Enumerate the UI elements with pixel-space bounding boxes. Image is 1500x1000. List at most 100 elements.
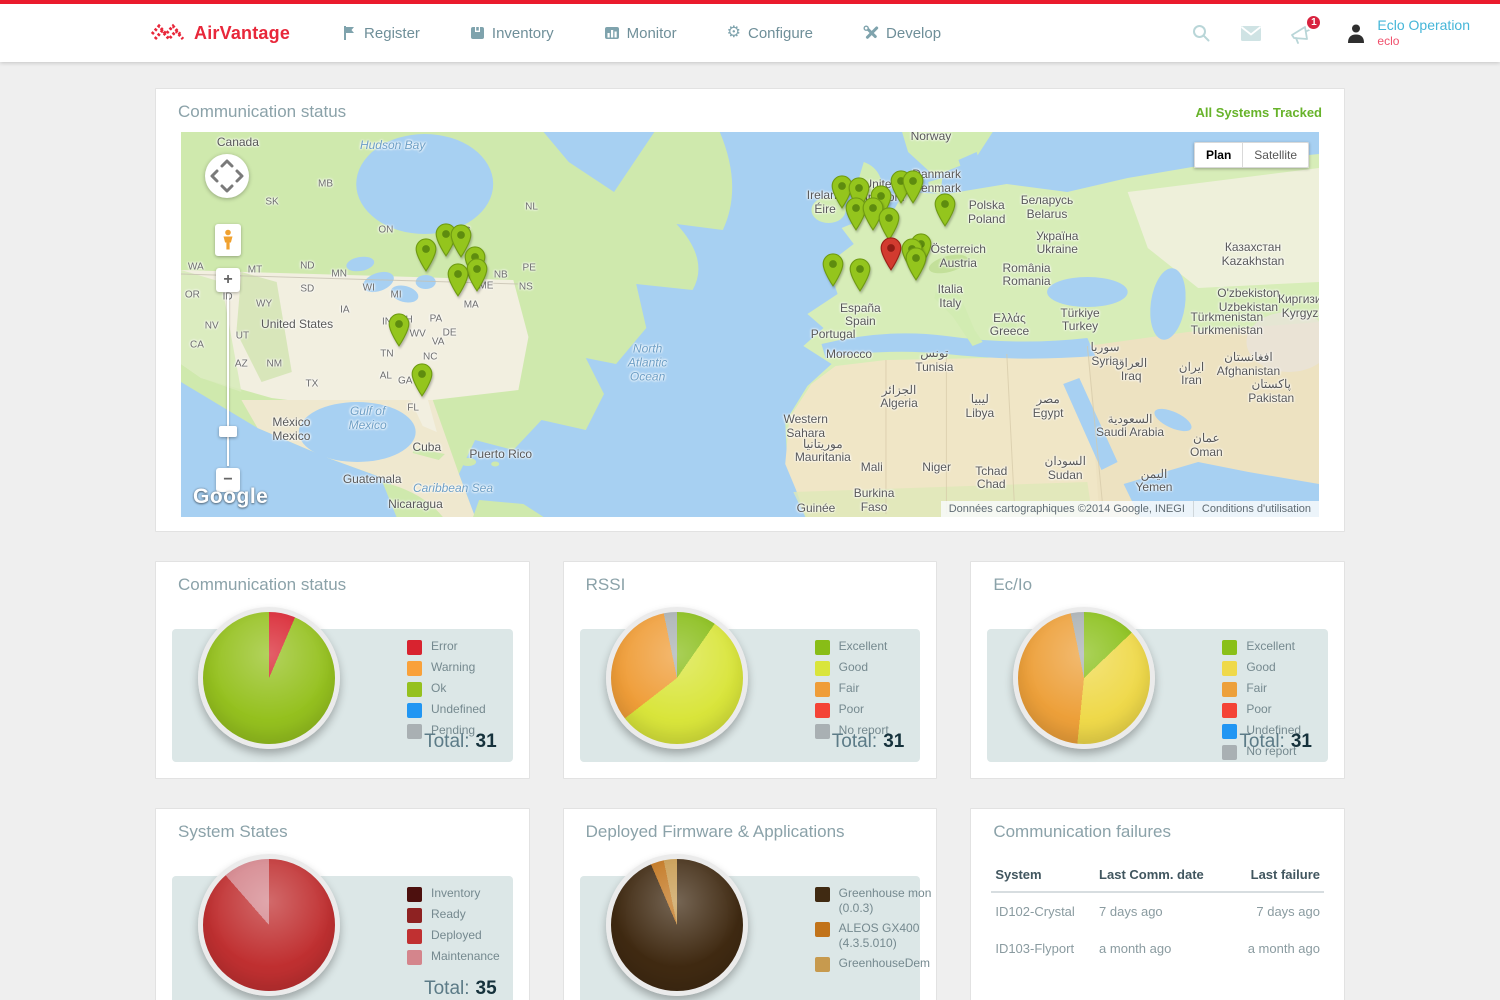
terms-of-use-link[interactable]: Conditions d'utilisation: [1193, 501, 1319, 517]
street-view-pegman[interactable]: [215, 224, 241, 256]
legend-label: Good: [1246, 660, 1275, 675]
nav-label: Inventory: [492, 25, 554, 42]
all-systems-tracked-link[interactable]: All Systems Tracked: [1196, 105, 1322, 120]
user-avatar-icon: [1345, 22, 1367, 44]
failure-cell: 7 days ago: [1229, 892, 1324, 930]
total-value: 31: [476, 731, 497, 752]
map-type-switcher: Plan Satellite: [1194, 142, 1309, 168]
user-menu[interactable]: Eclo Operation eclo: [1345, 17, 1470, 50]
total-label: Total:: [424, 731, 469, 752]
pegman-icon: [221, 229, 235, 251]
failure-cell: 7 days ago: [1095, 892, 1229, 930]
legend-label: Ready: [431, 907, 466, 922]
legend-item: Ready: [407, 907, 530, 923]
legend-swatch: [815, 682, 830, 697]
legend-item: Good: [1222, 660, 1345, 676]
legend-label: Fair: [1246, 681, 1267, 696]
legend-swatch: [1222, 745, 1237, 760]
legend-swatch: [815, 922, 830, 937]
column-header-last-comm: Last Comm. date: [1095, 858, 1229, 892]
total: Total:31: [1239, 731, 1312, 753]
nav-item-register[interactable]: Register: [342, 25, 420, 42]
notifications-button[interactable]: 1: [1289, 21, 1313, 45]
legend-swatch: [407, 682, 422, 697]
green-map-marker[interactable]: [446, 263, 469, 302]
map-markers-layer: [181, 132, 1319, 517]
green-map-marker[interactable]: [933, 193, 956, 232]
legend-item: Error: [407, 639, 530, 655]
zoom-slider-track[interactable]: [227, 294, 229, 466]
top-nav-bar: AirVantage Register Inventory Monitor ⚙ …: [0, 0, 1500, 62]
map-satellite-button[interactable]: Satellite: [1243, 142, 1309, 168]
search-icon: [1191, 23, 1211, 43]
legend-swatch: [815, 957, 830, 972]
notification-badge: 1: [1305, 14, 1322, 31]
map[interactable]: CanadaHudson BayNorwayUnited StatesMéxic…: [181, 132, 1319, 517]
green-map-marker[interactable]: [388, 313, 411, 352]
legend-swatch: [815, 703, 830, 718]
nav-item-inventory[interactable]: Inventory: [470, 25, 554, 42]
total: Total:31: [832, 731, 905, 753]
green-map-marker[interactable]: [849, 258, 872, 297]
legend-label: Error: [431, 639, 458, 654]
gear-icon: ⚙: [727, 25, 741, 41]
messages-button[interactable]: [1239, 21, 1263, 45]
legend-label: Warning: [431, 660, 475, 675]
legend-label: Excellent: [1246, 639, 1295, 654]
green-map-marker[interactable]: [822, 253, 845, 292]
map-panel-title: Communication status: [178, 102, 346, 122]
green-map-marker[interactable]: [414, 238, 437, 277]
legend-item: ALEOS GX400 (4.3.5.010): [815, 921, 938, 951]
green-map-marker[interactable]: [905, 247, 928, 286]
google-logo[interactable]: Google: [193, 485, 268, 509]
user-account: eclo: [1377, 34, 1470, 49]
communication-status-chart-panel: Communication status Error Warning Ok Undef…: [155, 561, 530, 779]
legend-item: GreenhouseDem: [815, 956, 938, 972]
legend-swatch: [407, 724, 422, 739]
legend-item: Excellent: [815, 639, 938, 655]
legend-swatch: [815, 724, 830, 739]
total: Total:35: [424, 978, 497, 1000]
legend-item: Ok: [407, 681, 530, 697]
inventory-icon: [470, 25, 485, 41]
map-pan-control[interactable]: [205, 154, 249, 198]
total-label: Total:: [1239, 731, 1284, 752]
nav-item-configure[interactable]: ⚙ Configure: [727, 25, 813, 42]
panel-title: RSSI: [586, 575, 626, 595]
nav-label: Develop: [886, 25, 941, 42]
nav-item-develop[interactable]: Develop: [863, 25, 941, 42]
airvantage-logo[interactable]: AirVantage: [150, 21, 290, 45]
search-button[interactable]: [1189, 21, 1213, 45]
legend-swatch: [1222, 724, 1237, 739]
flag-icon: [342, 25, 357, 41]
zoom-slider-handle[interactable]: [219, 426, 237, 437]
legend-swatch: [407, 950, 422, 965]
nav-item-monitor[interactable]: Monitor: [604, 25, 677, 42]
legend-swatch: [1222, 682, 1237, 697]
map-plan-button[interactable]: Plan: [1194, 142, 1243, 168]
legend-label: Maintenance: [431, 949, 500, 964]
failure-row: ID103-Flyporta month agoa month ago: [991, 930, 1324, 967]
legend-label: Undefined: [431, 702, 486, 717]
deployed-firmware-pie: [606, 854, 748, 996]
failure-cell: a month ago: [1095, 930, 1229, 967]
chart-area: ErrorWarningOkUndefinedPending Total:31: [172, 629, 513, 762]
legend-label: ALEOS GX400 (4.3.5.010): [839, 921, 938, 951]
pan-arrows-icon: [205, 154, 249, 198]
user-texts: Eclo Operation eclo: [1377, 17, 1470, 50]
ecio-pie: [1013, 607, 1155, 749]
communication-failures-panel: Communication failures System Last Comm.…: [970, 808, 1345, 1000]
legend: Inventory Ready Deployed Maintenance: [407, 886, 530, 965]
green-map-marker[interactable]: [411, 363, 434, 402]
legend-item: Deployed: [407, 928, 530, 944]
panel-title: Communication status: [178, 575, 346, 595]
zoom-in-button[interactable]: +: [216, 268, 240, 292]
nav-label: Monitor: [627, 25, 677, 42]
green-map-marker[interactable]: [901, 170, 924, 209]
legend-item: Poor: [1222, 702, 1345, 718]
total-value: 31: [883, 731, 904, 752]
column-header-system: System: [991, 858, 1095, 892]
legend-item: Inventory: [407, 886, 530, 902]
legend-swatch: [407, 929, 422, 944]
communication-status-pie: [198, 607, 340, 749]
